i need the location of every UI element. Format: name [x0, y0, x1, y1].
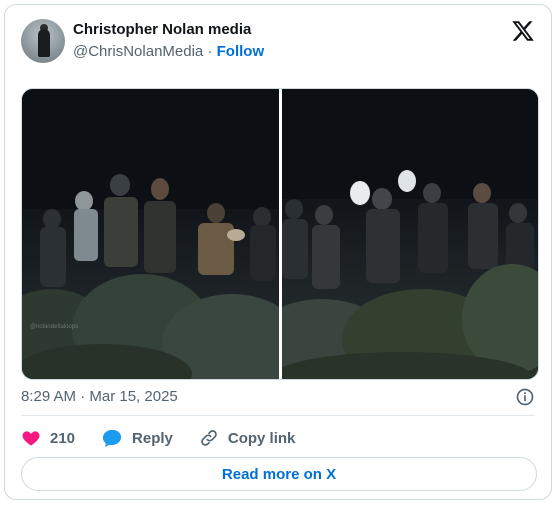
copy-link-label: Copy link	[227, 429, 296, 447]
handle-separator: ·	[207, 43, 213, 60]
handle-row: @ChrisNolanMedia · Follow	[73, 43, 264, 60]
link-icon	[201, 430, 217, 446]
avatar[interactable]	[21, 19, 65, 63]
copy-link-button[interactable]: Copy link	[199, 428, 296, 448]
author-name[interactable]: Christopher Nolan media	[73, 21, 251, 38]
x-logo-icon[interactable]	[511, 19, 535, 43]
heart-icon	[22, 431, 40, 446]
photo-watermark: @nolandeltaloops	[30, 324, 78, 330]
info-icon[interactable]	[515, 387, 535, 407]
media-grid[interactable]: @nolandeltaloops	[21, 88, 539, 380]
tweet-embed-card: Christopher Nolan media @ChrisNolanMedia…	[4, 4, 552, 500]
photo-left[interactable]: @nolandeltaloops	[22, 89, 279, 379]
author-handle[interactable]: @ChrisNolanMedia	[73, 43, 203, 60]
reply-button[interactable]: Reply	[101, 428, 173, 448]
like-count: 210	[50, 429, 76, 447]
like-button[interactable]: 210	[21, 428, 75, 448]
speech-bubble-icon	[102, 429, 122, 448]
action-bar: 210 Reply Copy link	[21, 426, 321, 450]
photo-right-scene	[282, 89, 538, 379]
tweet-timestamp[interactable]: 8:29 AM · Mar 15, 2025	[21, 388, 178, 405]
divider-line	[21, 415, 535, 416]
avatar-figure-body	[38, 29, 50, 57]
follow-button[interactable]: Follow	[217, 43, 265, 60]
read-more-button[interactable]: Read more on X	[21, 457, 537, 491]
read-more-label: Read more on X	[221, 465, 337, 483]
reply-label: Reply	[132, 429, 173, 447]
photo-right[interactable]	[282, 89, 538, 379]
photo-left-scene: @nolandeltaloops	[22, 89, 279, 379]
